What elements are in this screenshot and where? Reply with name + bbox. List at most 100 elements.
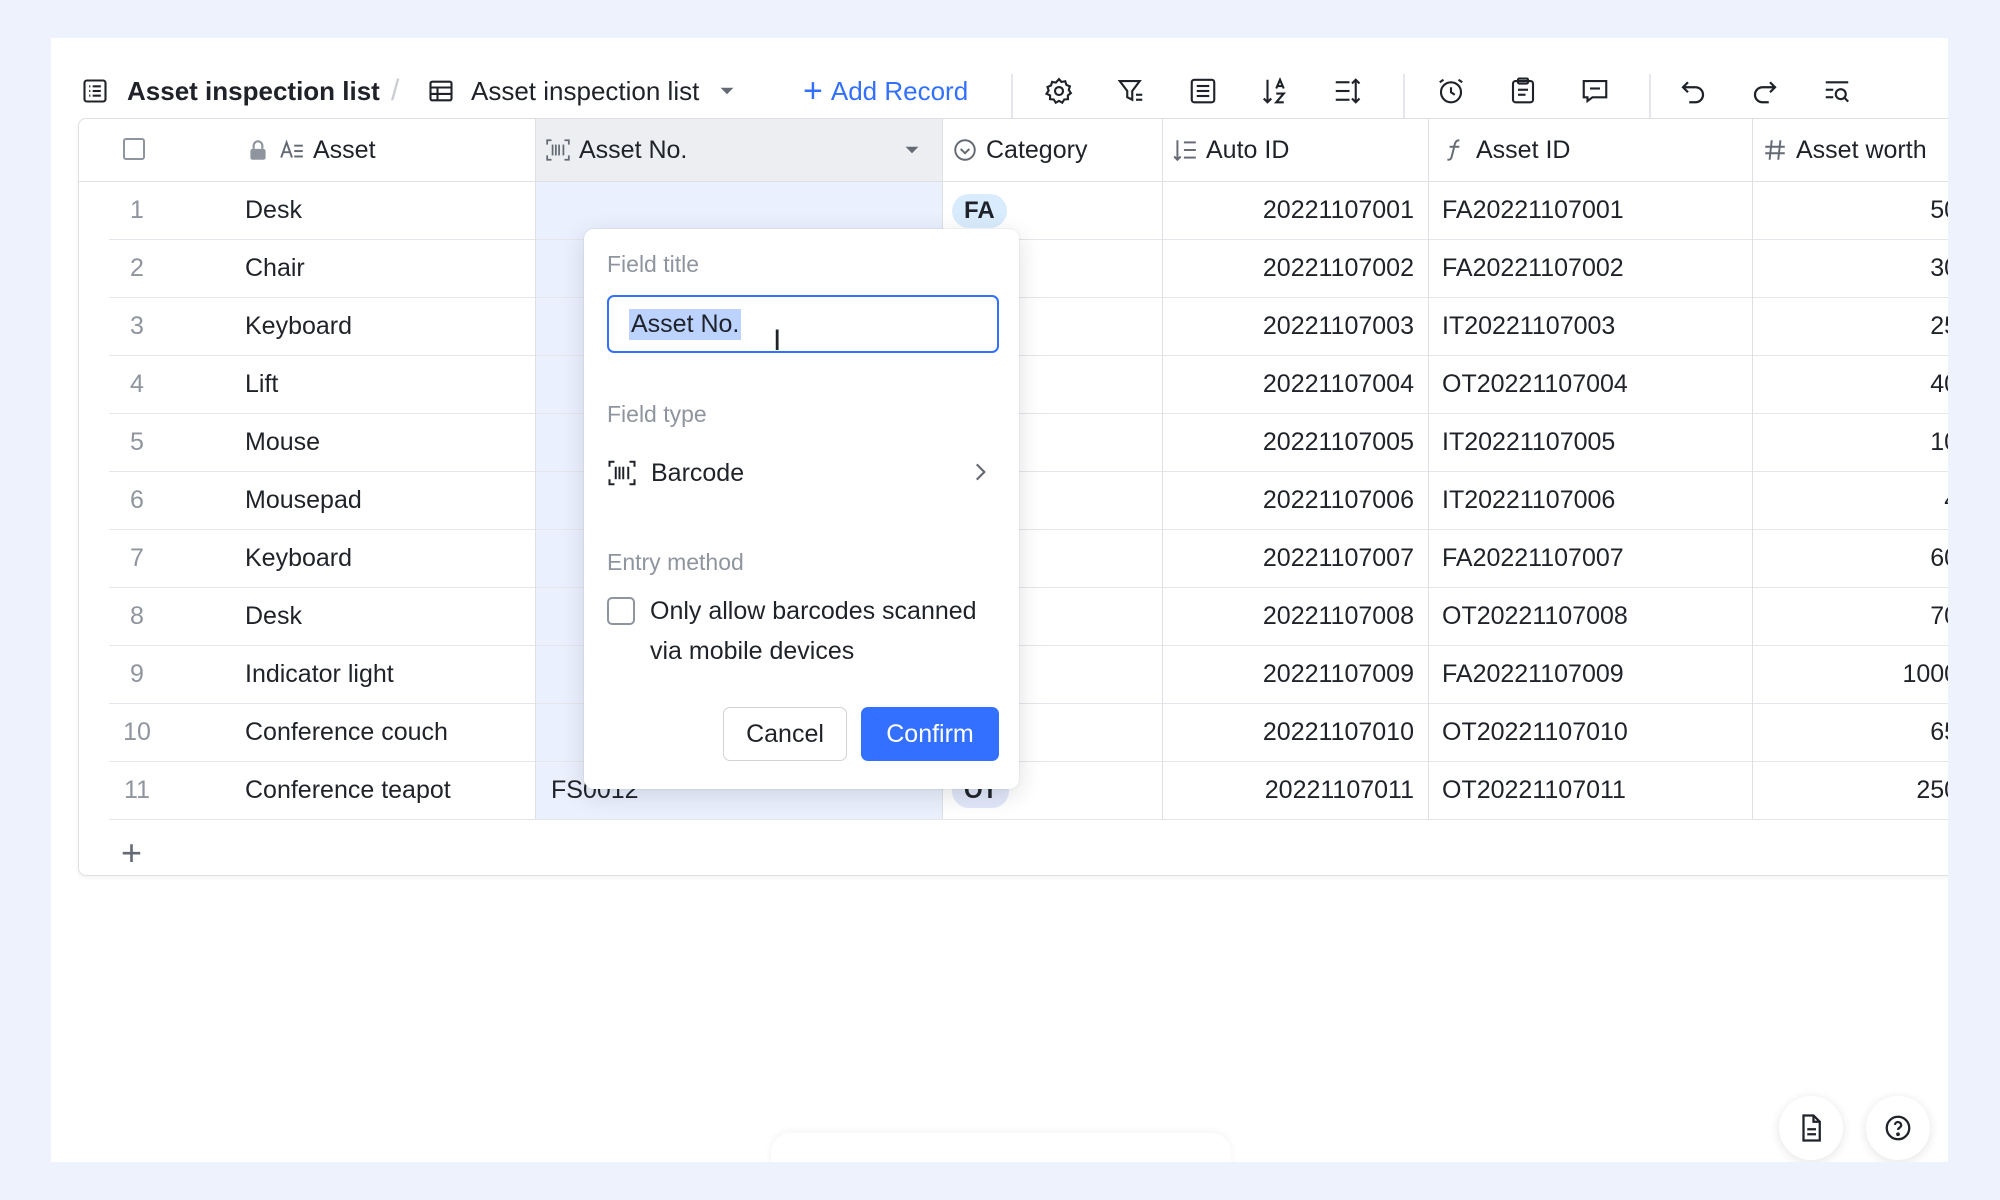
cell-auto-id[interactable]: 20221107005 — [1162, 414, 1414, 471]
row-number: 10 — [123, 718, 151, 746]
cell-asset[interactable]: Chair — [245, 240, 305, 297]
search-icon[interactable] — [1819, 73, 1855, 109]
document-button[interactable] — [1779, 1096, 1843, 1160]
cell-auto-id[interactable]: 20221107008 — [1162, 588, 1414, 645]
cell-asset-worth[interactable]: 300 — [1752, 240, 1948, 297]
cell-asset-worth[interactable]: 400 — [1752, 356, 1948, 413]
column-label: Category — [986, 135, 1088, 164]
cell-asset-id[interactable]: FA20221107001 — [1442, 182, 1624, 239]
cell-auto-id[interactable]: 20221107002 — [1162, 240, 1414, 297]
cell-asset-id[interactable]: IT20221107005 — [1442, 414, 1615, 471]
cell-asset-id[interactable]: OT20221107011 — [1442, 762, 1626, 819]
cell-asset[interactable]: Keyboard — [245, 530, 352, 587]
column-header-category[interactable]: Category — [942, 119, 1162, 181]
cell-auto-id[interactable]: 20221107003 — [1162, 298, 1414, 355]
cell-asset[interactable]: Desk — [245, 588, 302, 645]
redo-icon[interactable] — [1747, 73, 1783, 109]
column-divider — [1428, 119, 1429, 819]
cell-auto-id[interactable]: 20221107011 — [1162, 762, 1414, 819]
row-number: 2 — [130, 254, 144, 282]
cell-asset-id[interactable]: FA20221107002 — [1442, 240, 1624, 297]
comment-icon[interactable] — [1577, 73, 1613, 109]
cell-asset-id[interactable]: FA20221107007 — [1442, 530, 1624, 587]
cell-asset-id[interactable]: OT20221107010 — [1442, 704, 1628, 761]
row-number: 5 — [130, 428, 144, 456]
sort-icon[interactable] — [1257, 73, 1293, 109]
formula-icon — [1447, 139, 1460, 161]
column-menu-icon[interactable] — [904, 142, 920, 158]
field-title-label: Field title — [607, 251, 700, 277]
cell-asset[interactable]: Conference couch — [245, 704, 448, 761]
field-title-input[interactable]: Asset No. — [607, 295, 999, 353]
column-divider — [1752, 119, 1753, 819]
row-height-icon[interactable] — [1329, 73, 1365, 109]
cell-asset[interactable]: Keyboard — [245, 298, 352, 355]
select-all-checkbox[interactable] — [123, 138, 145, 160]
row-number: 11 — [124, 776, 150, 804]
form-icon[interactable] — [1505, 73, 1541, 109]
row-divider — [109, 819, 1948, 820]
cell-asset-worth[interactable]: 100 — [1752, 414, 1948, 471]
add-record-label: Add Record — [830, 75, 969, 106]
row-number: 3 — [130, 312, 144, 340]
cell-asset[interactable]: Conference teapot — [245, 762, 451, 819]
cell-asset-id[interactable]: OT20221107008 — [1442, 588, 1628, 645]
column-header-asset-worth[interactable]: Asset worth — [1752, 119, 1948, 181]
entry-method-label: Entry method — [607, 549, 744, 575]
cell-asset-worth[interactable]: 500 — [1752, 182, 1948, 239]
cell-asset-id[interactable]: FA20221107009 — [1442, 646, 1624, 703]
cell-auto-id[interactable]: 20221107004 — [1162, 356, 1414, 413]
text-cursor-icon: I — [773, 324, 782, 357]
cancel-button[interactable]: Cancel — [723, 707, 847, 761]
cell-auto-id[interactable]: 20221107006 — [1162, 472, 1414, 529]
confirm-button[interactable]: Confirm — [861, 707, 999, 761]
help-icon — [1885, 1115, 1911, 1141]
settings-icon[interactable] — [1041, 73, 1077, 109]
help-button[interactable] — [1866, 1096, 1930, 1160]
add-row-button[interactable]: + — [121, 835, 142, 871]
cell-asset-worth[interactable]: 10000 — [1752, 646, 1948, 703]
column-header-auto-id[interactable]: Auto ID — [1162, 119, 1428, 181]
grid-header: Asset Asset No. Category Auto ID Asset I… — [79, 119, 1948, 182]
field-type-select[interactable]: Barcode — [607, 453, 999, 493]
toolbar-divider — [1649, 74, 1651, 124]
cell-auto-id[interactable]: 20221107001 — [1162, 182, 1414, 239]
cell-asset-id[interactable]: OT20221107004 — [1442, 356, 1628, 413]
mobile-scan-only-label[interactable]: Only allow barcodes scanned via mobile d… — [650, 591, 990, 671]
document-icon — [1802, 1114, 1821, 1142]
filter-icon[interactable] — [1113, 73, 1149, 109]
field-title-value: Asset No. — [629, 308, 742, 340]
cell-asset-id[interactable]: IT20221107003 — [1442, 298, 1615, 355]
chevron-right-icon — [975, 463, 986, 481]
cell-asset[interactable]: Desk — [245, 182, 302, 239]
cell-auto-id[interactable]: 20221107007 — [1162, 530, 1414, 587]
column-label: Auto ID — [1206, 135, 1290, 164]
column-header-asset-no[interactable]: Asset No. — [535, 119, 942, 181]
column-header-asset-id[interactable]: Asset ID — [1428, 119, 1752, 181]
undo-icon[interactable] — [1675, 73, 1711, 109]
cell-asset-worth[interactable]: 650 — [1752, 704, 1948, 761]
cell-asset-worth[interactable]: 40 — [1752, 472, 1948, 529]
mobile-scan-only-checkbox[interactable] — [607, 597, 635, 625]
text-field-icon — [280, 139, 303, 158]
group-icon[interactable] — [1185, 73, 1221, 109]
cell-asset[interactable]: Lift — [245, 356, 278, 413]
cell-asset[interactable]: Indicator light — [245, 646, 394, 703]
barcode-icon — [608, 460, 636, 486]
cell-asset-worth[interactable]: 2500 — [1752, 762, 1948, 819]
toolbar-divider — [1403, 74, 1405, 124]
cell-asset-worth[interactable]: 600 — [1752, 530, 1948, 587]
cell-auto-id[interactable]: 20221107010 — [1162, 704, 1414, 761]
column-label: Asset ID — [1476, 135, 1571, 164]
cell-asset-id[interactable]: IT20221107006 — [1442, 472, 1615, 529]
reminder-icon[interactable] — [1433, 73, 1469, 109]
cell-asset-worth[interactable]: 700 — [1752, 588, 1948, 645]
cell-asset-worth[interactable]: 250 — [1752, 298, 1948, 355]
row-number: 6 — [130, 486, 144, 514]
column-divider — [535, 119, 536, 819]
cell-auto-id[interactable]: 20221107009 — [1162, 646, 1414, 703]
cell-asset[interactable]: Mousepad — [245, 472, 362, 529]
field-settings-popover: Field title Asset No. I Field type Barco… — [584, 229, 1019, 789]
cell-asset[interactable]: Mouse — [245, 414, 320, 471]
column-header-asset[interactable]: Asset — [245, 119, 535, 181]
